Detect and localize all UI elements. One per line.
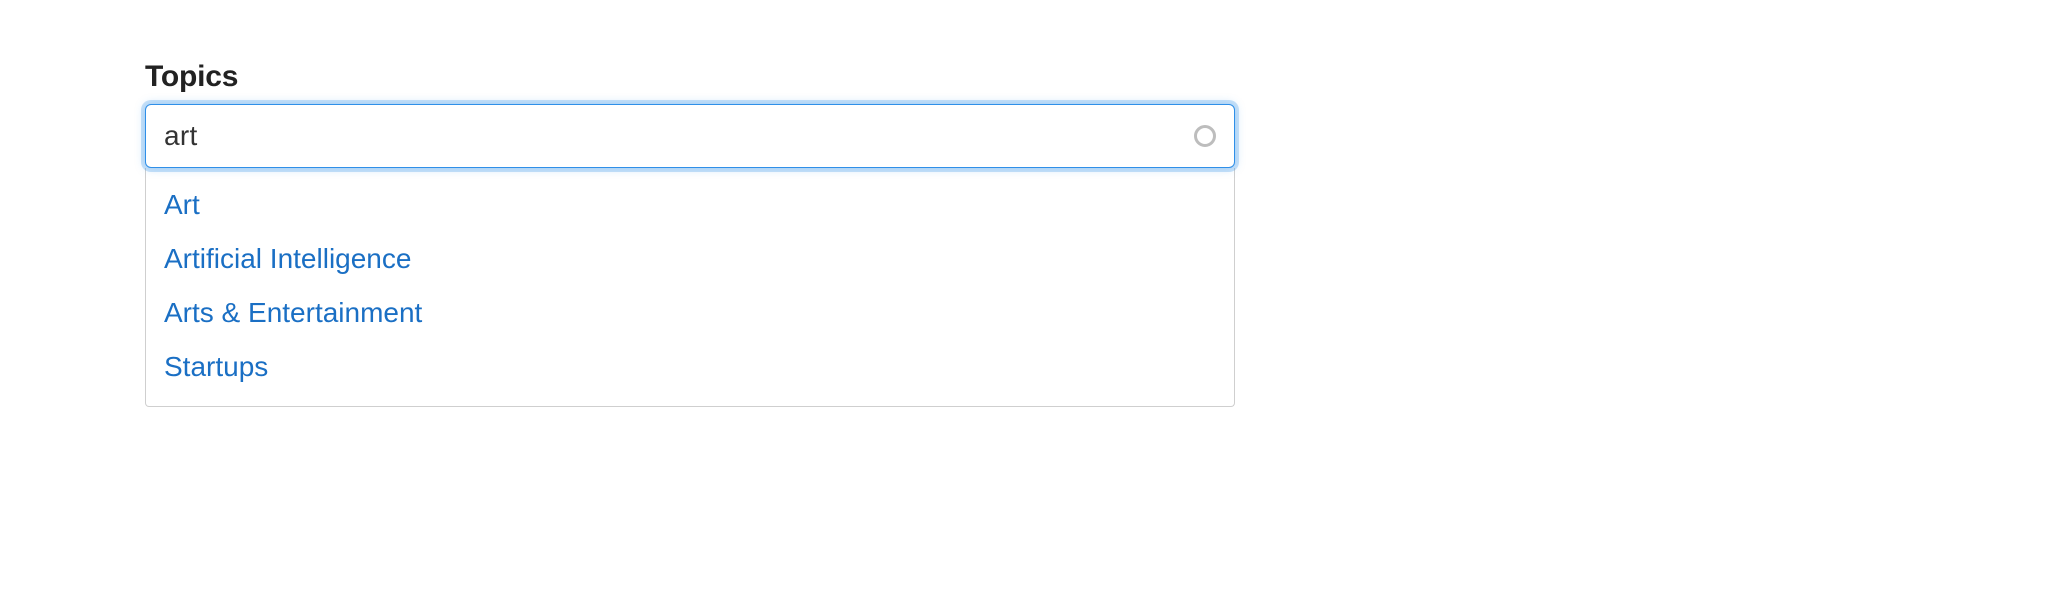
topics-label: Topics [145, 60, 1235, 94]
topics-input-wrap[interactable] [145, 104, 1235, 168]
suggestion-option[interactable]: Arts & Entertainment [146, 286, 1234, 340]
suggestion-option[interactable]: Startups [146, 340, 1234, 394]
suggestion-option[interactable]: Artificial Intelligence [146, 232, 1234, 286]
topics-input[interactable] [164, 120, 1194, 152]
loading-spinner-icon [1194, 125, 1216, 147]
topics-autocomplete: Topics Art Artificial Intelligence Arts … [145, 60, 1235, 407]
suggestions-dropdown: Art Artificial Intelligence Arts & Enter… [145, 168, 1235, 407]
suggestion-option[interactable]: Art [146, 178, 1234, 232]
